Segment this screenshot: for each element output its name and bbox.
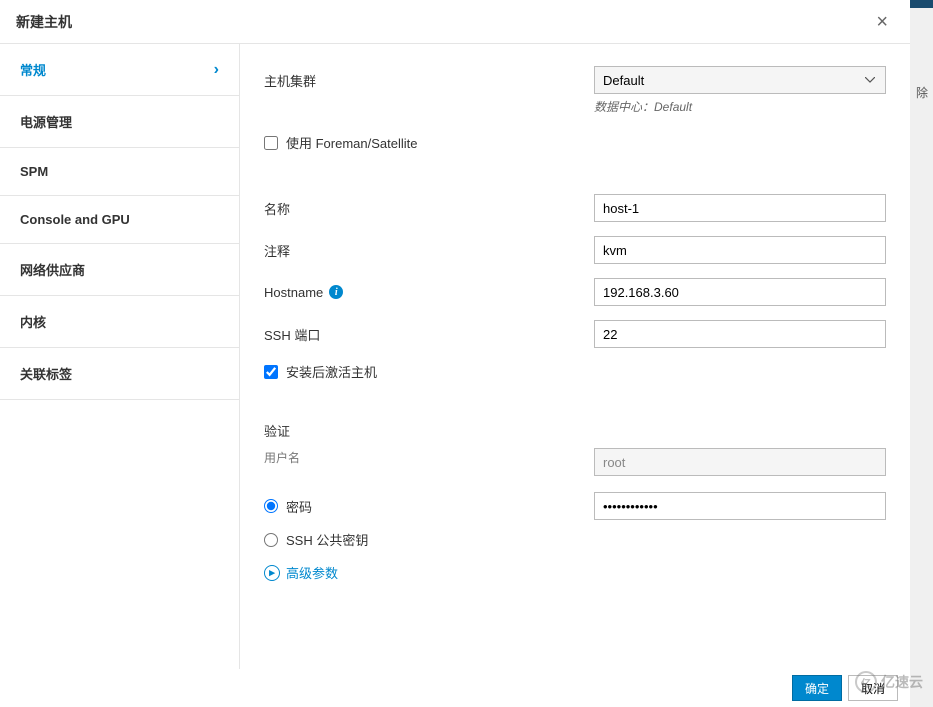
sidebar-item-label: 网络供应商 [20,260,85,279]
label-cluster: 主机集群 [264,71,594,90]
sidebar-item-label: 电源管理 [20,112,72,131]
cancel-button[interactable]: 取消 [848,675,898,701]
row-foreman: 使用 Foreman/Satellite [264,133,886,152]
dialog-body: 常规 › 电源管理 SPM Console and GPU 网络供应商 内核 关… [0,44,910,669]
dialog-footer: 确定 取消 [0,669,910,707]
ssh-port-input[interactable] [594,320,886,348]
activate-checkbox[interactable] [264,365,278,379]
comment-input[interactable] [594,236,886,264]
row-comment: 注释 [264,234,886,266]
expand-icon: ▸ [264,565,280,581]
sidebar-item-general[interactable]: 常规 › [0,44,239,96]
label-hostname: Hostname [264,285,323,300]
advanced-label: 高级参数 [286,563,338,582]
advanced-params-toggle[interactable]: ▸ 高级参数 [264,563,886,582]
chevron-right-icon: › [214,61,219,79]
password-option-label: 密码 [286,497,312,516]
sidebar-item-power[interactable]: 电源管理 [0,96,239,148]
cluster-select[interactable]: Default [594,66,886,94]
sidebar-item-network-provider[interactable]: 网络供应商 [0,244,239,296]
sidebar-item-console-gpu[interactable]: Console and GPU [0,196,239,244]
password-radio[interactable] [264,499,278,513]
close-button[interactable]: × [870,8,894,36]
background-char: 除 [915,84,929,124]
row-name: 名称 [264,192,886,224]
username-input [594,448,886,476]
row-activate: 安装后激活主机 [264,362,886,381]
info-icon[interactable]: i [329,285,343,299]
sshkey-option-label: SSH 公共密钥 [286,530,368,549]
new-host-dialog: 新建主机 × 常规 › 电源管理 SPM Console and GPU 网络供… [0,0,910,707]
row-cluster-sub: 数据中心：Default [264,98,886,115]
sidebar-item-spm[interactable]: SPM [0,148,239,196]
sidebar-item-affinity-labels[interactable]: 关联标签 [0,348,239,400]
row-username: 用户名 [264,446,886,478]
label-ssh-port: SSH 端口 [264,325,594,344]
dialog-header: 新建主机 × [0,0,910,44]
row-ssh-key: SSH 公共密钥 [264,530,886,549]
sidebar-item-label: 常规 [20,60,46,79]
sidebar-item-label: 内核 [20,312,46,331]
foreman-label: 使用 Foreman/Satellite [286,133,418,152]
sidebar-item-label: Console and GPU [20,212,130,227]
row-ssh-port: SSH 端口 [264,318,886,350]
row-hostname: Hostname i [264,276,886,308]
sidebar-item-label: 关联标签 [20,364,72,383]
datacenter-subtext: 数据中心：Default [594,100,692,114]
hostname-input[interactable] [594,278,886,306]
password-input[interactable] [594,492,886,520]
close-icon: × [876,11,888,33]
ok-button[interactable]: 确定 [792,675,842,701]
sidebar: 常规 › 电源管理 SPM Console and GPU 网络供应商 内核 关… [0,44,240,669]
label-username: 用户名 [264,449,300,466]
dialog-title: 新建主机 [16,12,72,32]
sshkey-radio[interactable] [264,533,278,547]
sidebar-item-label: SPM [20,164,48,179]
row-password: 密码 [264,492,886,520]
background-strip-dark [910,0,933,8]
auth-section-header: 验证 [264,421,886,440]
activate-label: 安装后激活主机 [286,362,377,381]
label-name: 名称 [264,199,594,218]
label-comment: 注释 [264,241,594,260]
form-content: 主机集群 Default 数据中心：Default 使用 Foreman/Sat… [240,44,910,669]
foreman-checkbox[interactable] [264,136,278,150]
row-cluster: 主机集群 Default [264,64,886,96]
sidebar-item-kernel[interactable]: 内核 [0,296,239,348]
name-input[interactable] [594,194,886,222]
